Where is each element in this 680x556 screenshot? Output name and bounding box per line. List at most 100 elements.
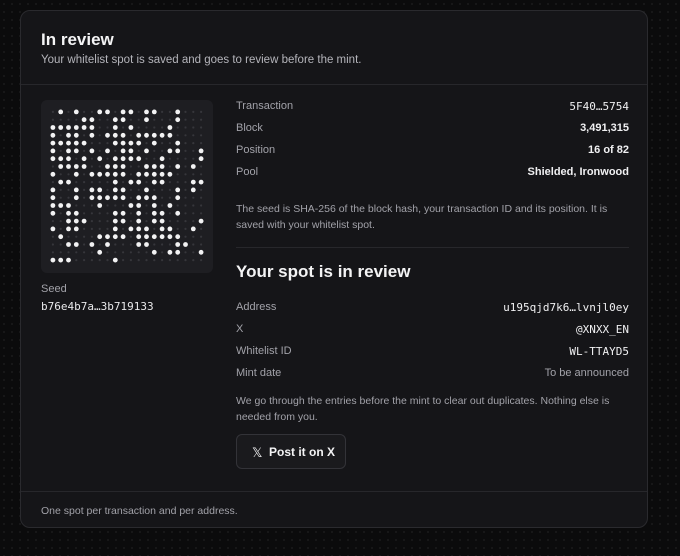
seed-dot-off bbox=[83, 134, 86, 137]
seed-dot-off bbox=[168, 196, 171, 199]
seed-dot-off bbox=[129, 188, 132, 191]
seed-dot-off bbox=[75, 235, 78, 238]
seed-dot-on bbox=[144, 195, 149, 201]
seed-dot-on bbox=[144, 117, 149, 123]
seed-dot-on bbox=[136, 171, 142, 177]
seed-dot-on bbox=[105, 242, 110, 247]
post-on-x-button[interactable]: 𝕏 Post it on X bbox=[236, 434, 346, 469]
seed-dot-off bbox=[184, 181, 187, 184]
seed-dot-off bbox=[129, 220, 132, 223]
seed-dot-on bbox=[105, 234, 110, 240]
page-subtitle: Your whitelist spot is saved and goes to… bbox=[41, 54, 362, 66]
seed-dot-off bbox=[137, 259, 140, 262]
seed-dot-on bbox=[89, 132, 95, 138]
seed-dot-off bbox=[200, 142, 203, 145]
seed-dot-on bbox=[50, 226, 56, 232]
seed-dot-off bbox=[51, 220, 54, 223]
seed-dot-off bbox=[200, 196, 203, 199]
seed-dot-on bbox=[151, 171, 157, 177]
seed-dot-on bbox=[105, 109, 110, 115]
seed-dot-off bbox=[168, 188, 171, 191]
seed-dot-off bbox=[67, 173, 70, 176]
review-key: Mint date bbox=[236, 367, 282, 379]
seed-dot-on bbox=[175, 148, 181, 154]
seed-dot-off bbox=[59, 243, 62, 246]
seed-dot-off bbox=[98, 259, 101, 262]
seed-dot-off bbox=[145, 212, 148, 215]
seed-dot-on bbox=[73, 210, 79, 216]
seed-dot-off bbox=[184, 188, 187, 191]
seed-dot-off bbox=[161, 110, 164, 113]
seed-dot-off bbox=[161, 142, 164, 145]
seed-dot-off bbox=[98, 212, 101, 215]
seed-dot-on bbox=[97, 234, 103, 240]
seed-dot-off bbox=[106, 220, 109, 223]
seed-dot-off bbox=[106, 212, 109, 215]
seed-dot-on bbox=[73, 164, 79, 169]
seed-dot-off bbox=[98, 165, 101, 168]
seed-dot-off bbox=[59, 188, 62, 191]
seed-dot-off bbox=[83, 204, 86, 207]
seed-dot-off bbox=[200, 110, 203, 113]
seed-dot-off bbox=[98, 134, 101, 137]
seed-dot-off bbox=[168, 118, 171, 121]
seed-dot-off bbox=[90, 165, 93, 168]
seed-dot-off bbox=[98, 142, 101, 145]
seed-dot-on bbox=[151, 195, 157, 201]
seed-dot-on bbox=[175, 195, 181, 201]
seed-dot-off bbox=[161, 118, 164, 121]
seed-dot-off bbox=[59, 149, 62, 152]
seed-dot-off bbox=[161, 243, 164, 246]
seed-dot-off bbox=[59, 251, 62, 254]
seed-dot-off bbox=[168, 243, 171, 246]
seed-dot-off bbox=[161, 188, 164, 191]
seed-dot-off bbox=[122, 251, 125, 254]
seed-dot-off bbox=[161, 204, 164, 207]
seed-dot-off bbox=[129, 118, 132, 121]
seed-dot-matrix-image bbox=[50, 109, 204, 263]
seed-dot-on bbox=[120, 140, 126, 146]
seed-dot-off bbox=[59, 196, 62, 199]
seed-dot-off bbox=[83, 149, 86, 152]
review-row-whitelist-id: Whitelist ID WL-TTAYD5 bbox=[236, 340, 629, 362]
seed-dot-on bbox=[81, 117, 87, 123]
seed-dot-off bbox=[90, 212, 93, 215]
seed-dot-off bbox=[200, 188, 203, 191]
seed-dot-on bbox=[50, 171, 56, 177]
seed-dot-on bbox=[112, 179, 118, 185]
seed-dot-off bbox=[184, 165, 187, 168]
seed-dot-off bbox=[200, 134, 203, 137]
seed-dot-on bbox=[136, 234, 142, 240]
seed-dot-off bbox=[145, 142, 148, 145]
seed-dot-off bbox=[184, 134, 187, 137]
detail-value: 3,491,315 bbox=[580, 122, 629, 134]
seed-dot-off bbox=[192, 204, 195, 207]
seed-dot-off bbox=[168, 212, 171, 215]
seed-dot-on bbox=[112, 140, 118, 146]
seed-dot-off bbox=[184, 118, 187, 121]
seed-dot-off bbox=[200, 259, 203, 262]
seed-dot-on bbox=[73, 125, 79, 130]
seed-dot-on bbox=[89, 117, 95, 123]
seed-dot-off bbox=[129, 196, 132, 199]
seed-dot-on bbox=[151, 210, 157, 216]
seed-dot-on bbox=[144, 242, 149, 247]
seed-dot-off bbox=[192, 243, 195, 246]
seed-dot-off bbox=[145, 220, 148, 223]
seed-dot-off bbox=[176, 134, 179, 137]
seed-dot-off bbox=[168, 142, 171, 145]
seed-dot-off bbox=[184, 204, 187, 207]
seed-dot-on bbox=[190, 179, 196, 185]
seed-dot-off bbox=[90, 251, 93, 254]
seed-dot-off bbox=[106, 142, 109, 145]
detail-value: Shielded, Ironwood bbox=[527, 166, 629, 178]
seed-dot-on bbox=[190, 164, 196, 169]
seed-dot-on bbox=[167, 234, 173, 240]
detail-row-transaction: Transaction 5F40…5754 bbox=[236, 95, 629, 117]
seed-dot-off bbox=[192, 149, 195, 152]
seed-dot-on bbox=[120, 109, 126, 115]
seed-dot-off bbox=[184, 259, 187, 262]
seed-dot-on bbox=[175, 109, 181, 115]
seed-dot-off bbox=[184, 142, 187, 145]
seed-dot-on bbox=[159, 171, 165, 177]
